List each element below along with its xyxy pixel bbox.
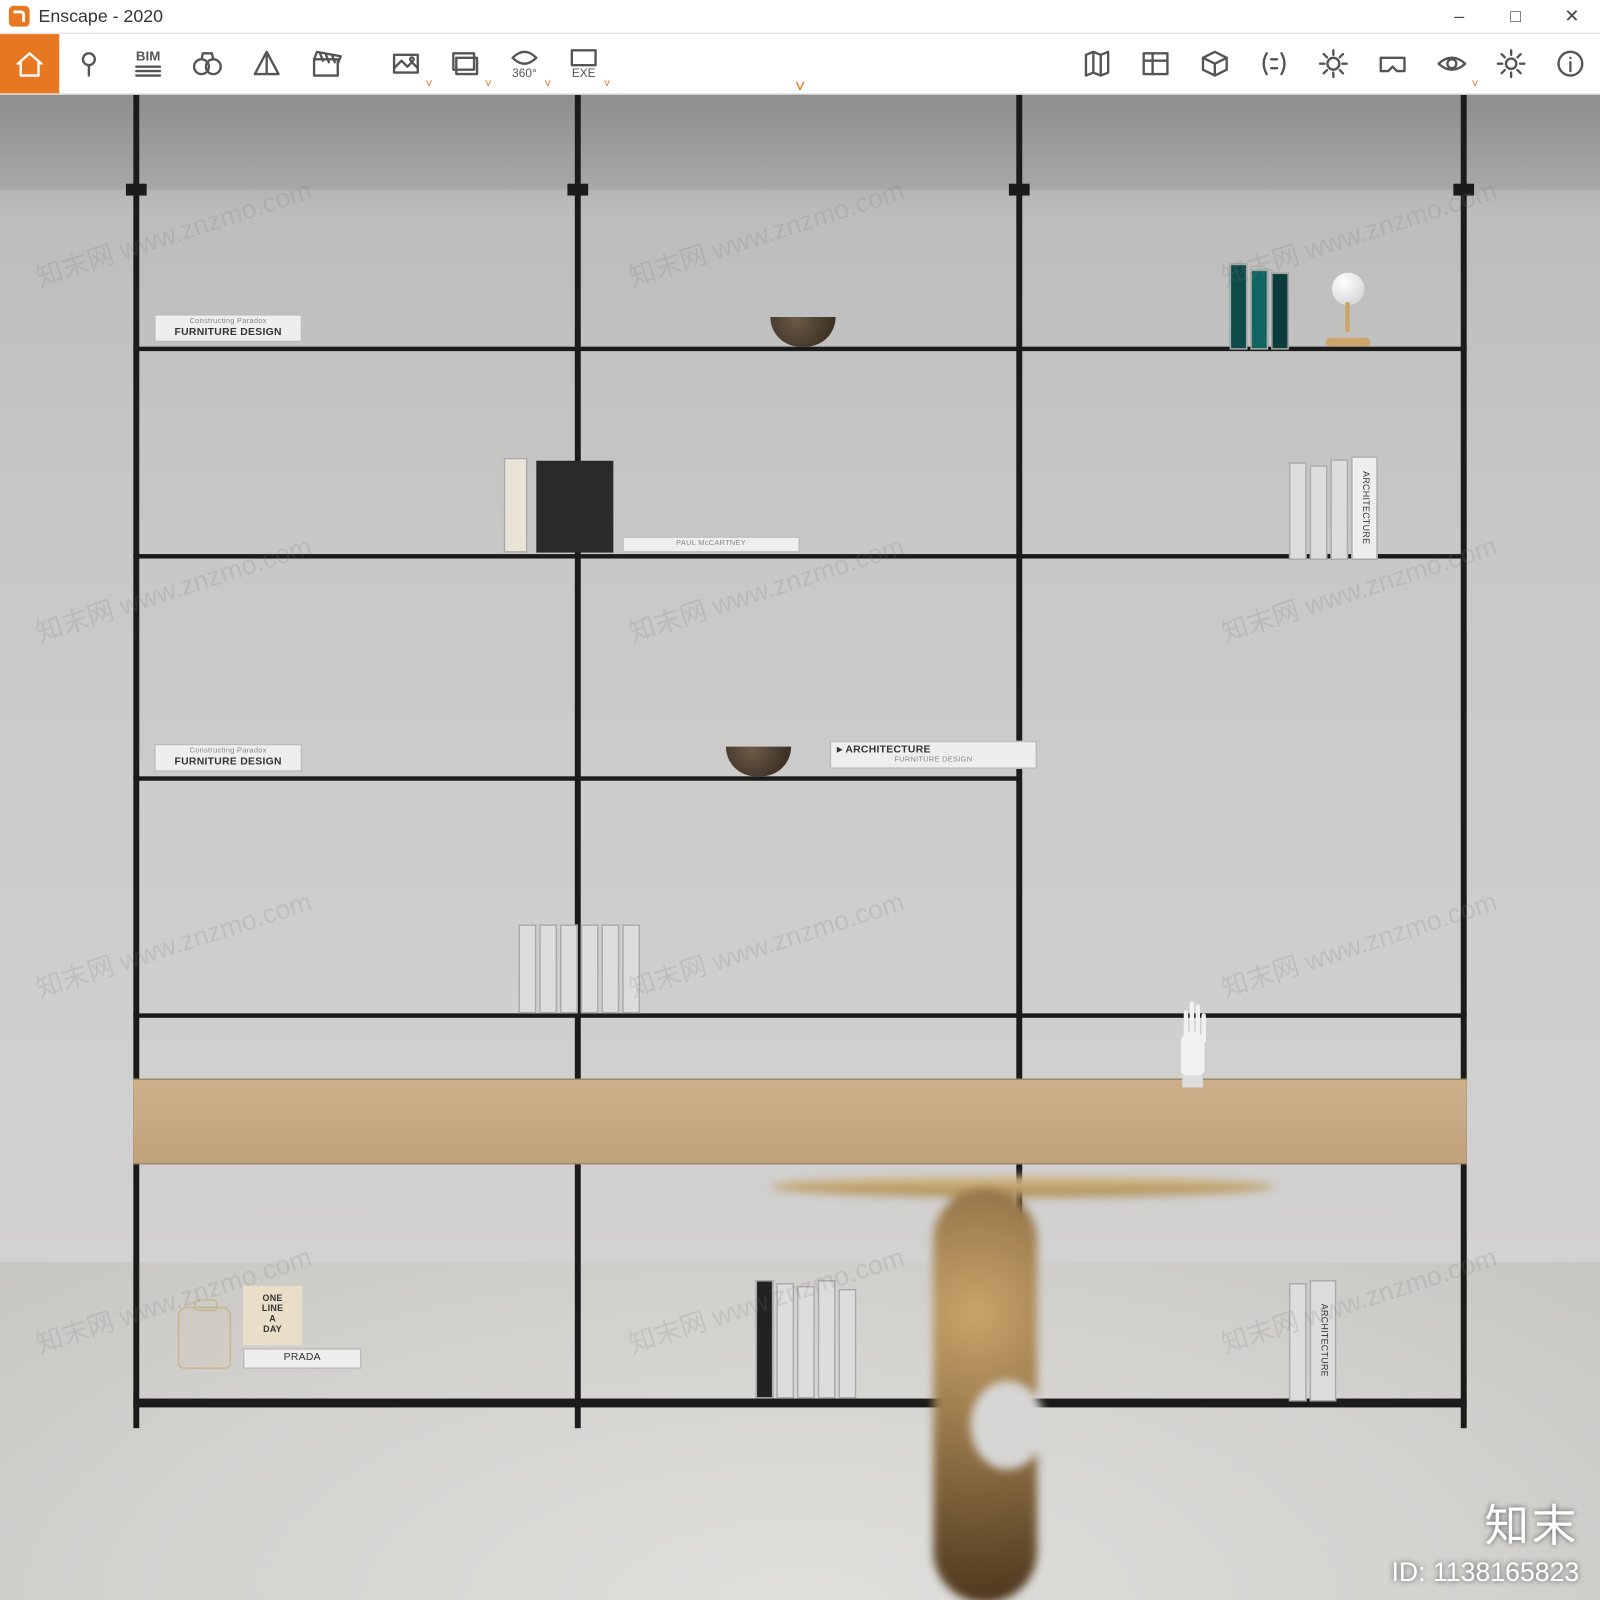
explore-button[interactable] [178,34,237,93]
screenshot-button[interactable]: ˅ [376,34,435,93]
clapperboard-icon [310,47,343,80]
bim-lines-icon [135,63,162,78]
window-title: Enscape - 2020 [39,6,164,27]
batch-export-icon [449,47,482,80]
gear-icon [1495,47,1528,80]
compare-icon [1258,47,1291,80]
wood-cabinet [133,1079,1466,1165]
home-button[interactable] [0,34,59,93]
bim-label: BIM [136,50,160,63]
image-export-icon [390,47,423,80]
render-viewport[interactable]: Constructing Paradox FURNITURE DESIGN PA… [0,95,1600,1600]
bottom-left-group: ONE LINE A DAY PRADA [178,1286,362,1369]
toolbar-expand-caret-icon[interactable]: ˅ [795,76,805,97]
video-export-button[interactable] [296,34,355,93]
glass-jar [178,1306,231,1368]
book-furniture-design: Constructing Paradox FURNITURE DESIGN [154,314,302,342]
dropdown-caret-icon: ˅ [603,77,610,90]
book-furniture-design-2: Constructing Paradox FURNITURE DESIGN [154,744,302,772]
minimize-button[interactable]: – [1431,0,1487,33]
asset-library-button[interactable] [1126,34,1185,93]
panorama-button[interactable]: 360° ˅ [495,34,554,93]
binoculars-icon [191,47,224,80]
dropdown-caret-icon: ˅ [1472,77,1479,90]
time-of-day-button[interactable] [1304,34,1363,93]
hand-sculpture [1170,999,1214,1088]
main-toolbar: BIM ˅ ˅ 360° ˅ EXE ˅ ˅ ˅ [0,34,1600,95]
book-group-center: PAUL McCARTNEY [504,458,800,553]
mono-360-label: 360° [512,66,537,79]
table-lamp [1319,273,1378,347]
compare-button[interactable] [1244,34,1303,93]
exe-export-button[interactable]: EXE ˅ [554,34,613,93]
vr-headset-icon [1376,47,1409,80]
decor-bowl [770,317,835,347]
orbit-button[interactable] [1185,34,1244,93]
manage-views-button[interactable] [59,34,118,93]
batch-render-button[interactable]: ˅ [436,34,495,93]
mono-360-icon [510,48,540,66]
help-button[interactable] [1541,34,1600,93]
watermark-corner: 知末 ID: 1138165823 [1391,1489,1579,1588]
vr-button[interactable] [1363,34,1422,93]
map-icon [1080,47,1113,80]
book-architecture: ▸ ARCHITECTURE FURNITURE DESIGN [830,741,1037,769]
info-icon [1554,47,1587,80]
minimap-button[interactable] [1067,34,1126,93]
visual-settings-button[interactable]: ˅ [1422,34,1481,93]
close-button[interactable]: ✕ [1544,0,1600,33]
exe-label: EXE [572,66,596,79]
pin-icon [73,47,106,80]
titlebar: Enscape - 2020 – □ ✕ [0,0,1600,34]
dropdown-caret-icon: ˅ [426,77,433,90]
sun-icon [1317,47,1350,80]
cube-icon [1199,47,1232,80]
book-group-teal [1230,264,1289,350]
foreground-sculpture [711,1159,1185,1600]
dropdown-caret-icon: ˅ [544,77,551,90]
eye-icon [1436,47,1469,80]
app-logo-icon [9,6,30,27]
book-group-architecture: ARCHITECTURE [1289,456,1378,560]
bim-mode-button[interactable]: BIM [119,34,178,93]
asset-library-icon [1139,47,1172,80]
maximize-button[interactable]: □ [1487,0,1543,33]
perspective-icon [250,47,283,80]
dropdown-caret-icon: ˅ [485,77,492,90]
perspective-button[interactable] [237,34,296,93]
book-group-americans [519,924,640,1013]
bottom-right-books: ARCHITECTURE [1289,1280,1336,1401]
decor-bowl-2 [726,747,791,777]
sign-one-line: ONE LINE A DAY [243,1286,302,1345]
home-icon [13,47,46,80]
settings-button[interactable] [1482,34,1541,93]
exe-icon [569,48,599,66]
